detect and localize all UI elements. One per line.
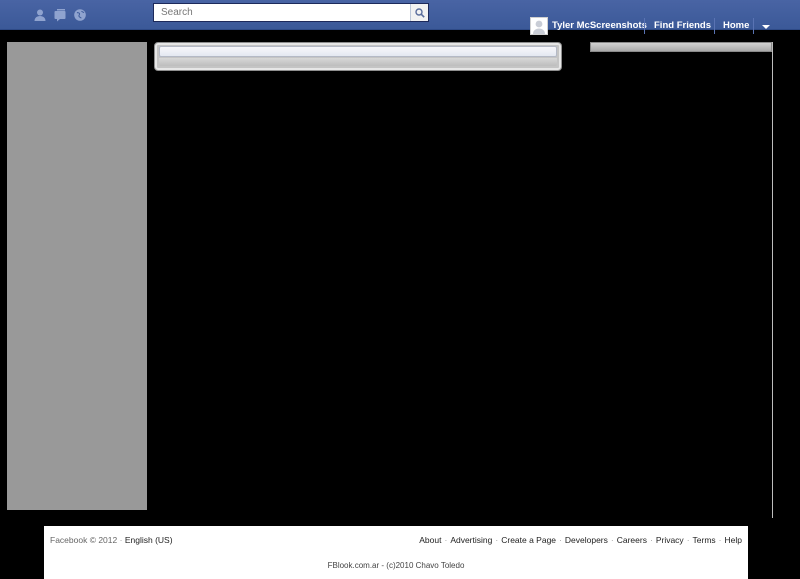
- footer-separator: ·: [649, 535, 653, 545]
- nav-separator: [714, 18, 715, 34]
- nav-separator: [644, 18, 645, 34]
- page-footer: Facebook © 2012 · English (US) About · Adv…: [44, 526, 748, 579]
- footer-link-developers[interactable]: Developers: [565, 535, 608, 545]
- language-link[interactable]: English (US): [125, 535, 173, 545]
- copyright-text: Facebook © 2012: [50, 535, 118, 545]
- profile-link[interactable]: Tyler McScreenshots: [552, 20, 647, 31]
- composer-input-area[interactable]: [159, 46, 557, 57]
- left-sidebar: [7, 42, 147, 510]
- messages-icon[interactable]: [53, 8, 67, 22]
- footer-separator: ·: [610, 535, 614, 545]
- footer-link-terms[interactable]: Terms: [693, 535, 716, 545]
- footer-links: About · Advertising · Create a Page · Develope…: [419, 535, 742, 545]
- friend-requests-icon[interactable]: [33, 8, 47, 22]
- find-friends-link[interactable]: Find Friends: [654, 20, 711, 31]
- search-button[interactable]: [410, 4, 428, 21]
- footer-separator: ·: [559, 535, 562, 545]
- composer-toolbar: [159, 58, 557, 66]
- footer-separator: ·: [686, 535, 690, 545]
- footer-separator: ·: [444, 535, 448, 545]
- footer-link-create-page[interactable]: Create a Page: [501, 535, 556, 545]
- footer-link-privacy[interactable]: Privacy: [656, 535, 684, 545]
- footer-link-help[interactable]: Help: [725, 535, 742, 545]
- avatar[interactable]: [530, 17, 548, 35]
- footer-separator: ·: [119, 535, 123, 545]
- search-input[interactable]: [154, 4, 410, 21]
- right-column-border: [772, 42, 773, 518]
- top-navigation-bar: Tyler McScreenshots Find Friends Home: [0, 0, 800, 35]
- status-composer: [154, 42, 562, 71]
- chevron-down-icon[interactable]: [762, 25, 770, 29]
- right-column-header: [590, 42, 772, 52]
- nav-separator: [753, 18, 754, 34]
- default-avatar-icon: [531, 18, 547, 34]
- magnifier-icon: [414, 7, 425, 18]
- footer-link-advertising[interactable]: Advertising: [450, 535, 492, 545]
- footer-link-careers[interactable]: Careers: [617, 535, 647, 545]
- footer-left: Facebook © 2012 · English (US): [50, 535, 173, 545]
- jewel-icons: [33, 8, 87, 22]
- notifications-globe-icon[interactable]: [73, 8, 87, 22]
- footer-separator: ·: [718, 535, 722, 545]
- footer-link-about[interactable]: About: [419, 535, 441, 545]
- search-box: [153, 3, 429, 22]
- footer-separator: ·: [495, 535, 499, 545]
- footer-credit: FBlook.com.ar - (c)2010 Chavo Toledo: [327, 561, 465, 570]
- home-link[interactable]: Home: [723, 20, 749, 31]
